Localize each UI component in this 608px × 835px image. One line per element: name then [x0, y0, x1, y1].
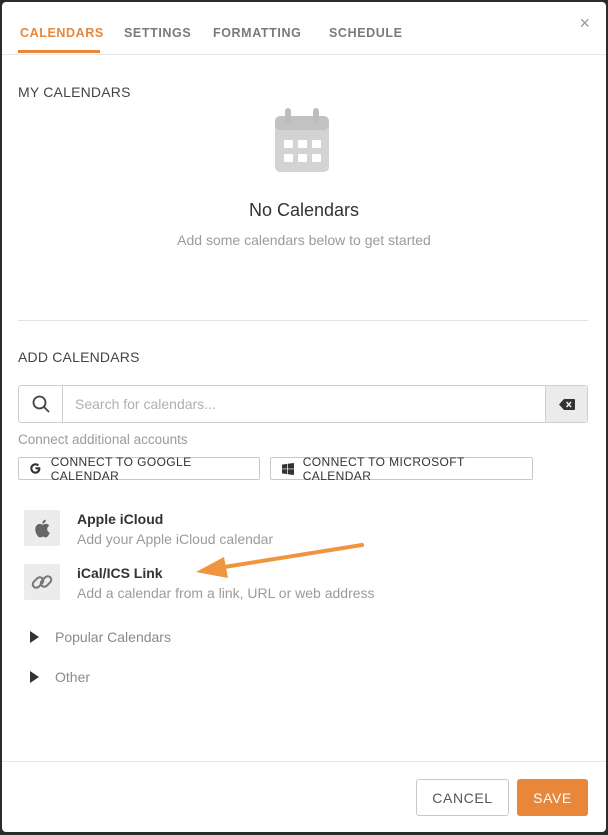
expand-triangle-icon [30, 671, 39, 683]
tab-schedule[interactable]: SCHEDULE [329, 26, 403, 40]
popular-calendars-expander[interactable]: Popular Calendars [30, 628, 171, 646]
provider-ical-link[interactable]: iCal/ICS Link Add a calendar from a link… [24, 564, 564, 608]
search-button[interactable] [19, 386, 63, 422]
my-calendars-heading: MY CALENDARS [18, 84, 131, 100]
tab-calendars[interactable]: CALENDARS [20, 26, 104, 40]
clear-search-button[interactable] [545, 386, 587, 422]
tab-settings[interactable]: SETTINGS [124, 26, 191, 40]
empty-state-title: No Calendars [248, 200, 360, 220]
tab-formatting[interactable]: FORMATTING [213, 26, 301, 40]
search-icon [32, 395, 49, 413]
save-button[interactable]: SAVE [517, 779, 588, 816]
add-calendars-heading: ADD CALENDARS [18, 349, 140, 365]
connect-google-button[interactable]: CONNECT TO GOOGLE CALENDAR [18, 454, 260, 483]
connect-accounts-note: Connect additional accounts [18, 432, 188, 447]
expand-triangle-icon [30, 631, 39, 643]
close-icon[interactable]: × [579, 14, 590, 32]
section-divider [18, 320, 588, 321]
provider-name: Apple iCloud [77, 511, 164, 527]
other-expander[interactable]: Other [30, 668, 90, 686]
apple-icon [24, 510, 60, 546]
connect-microsoft-label: CONNECT TO MICROSOFT CALENDAR [302, 454, 465, 483]
provider-description: Add your Apple iCloud calendar [77, 531, 274, 547]
google-icon [29, 462, 43, 476]
windows-icon [281, 462, 295, 476]
calendar-settings-modal: CALENDARS SETTINGS FORMATTING SCHEDULE ×… [2, 2, 606, 832]
connect-google-label: CONNECT TO GOOGLE CALENDAR [50, 454, 192, 483]
backspace-icon [558, 398, 575, 410]
tab-bar: CALENDARS SETTINGS FORMATTING SCHEDULE × [2, 2, 606, 55]
empty-state-subtitle: Add some calendars below to get started [177, 232, 431, 248]
cancel-button[interactable]: CANCEL [416, 779, 509, 816]
modal-footer: CANCEL SAVE [2, 761, 606, 832]
calendar-search [18, 385, 588, 423]
expander-label: Popular Calendars [55, 629, 171, 645]
search-input[interactable] [63, 386, 545, 422]
link-icon [24, 564, 60, 600]
provider-description: Add a calendar from a link, URL or web a… [77, 585, 375, 601]
calendar-icon [275, 108, 329, 172]
provider-apple-icloud[interactable]: Apple iCloud Add your Apple iCloud calen… [24, 510, 564, 554]
expander-label: Other [55, 669, 91, 685]
connect-microsoft-button[interactable]: CONNECT TO MICROSOFT CALENDAR [270, 454, 533, 483]
active-tab-indicator [18, 50, 100, 53]
provider-name: iCal/ICS Link [77, 565, 163, 581]
